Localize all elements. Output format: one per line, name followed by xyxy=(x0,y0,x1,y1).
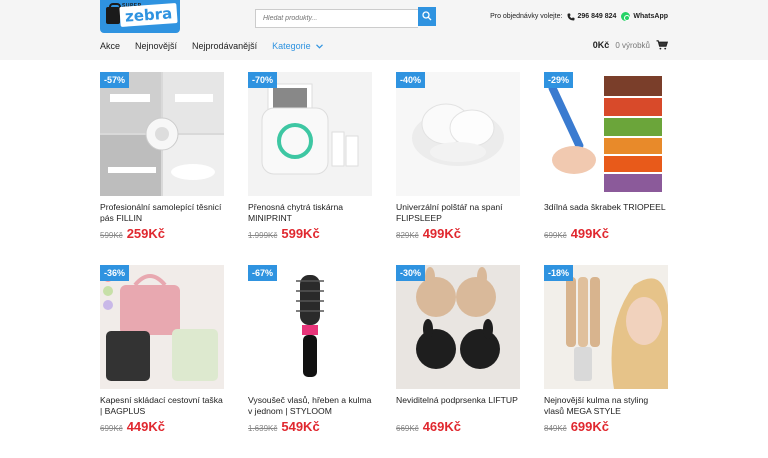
product-name[interactable]: Kapesní skládací cestovní taška | BAGPLU… xyxy=(100,395,224,417)
contact-label: Pro objednávky volejte: xyxy=(490,13,563,20)
product-image-pillow[interactable]: -40% xyxy=(396,72,520,196)
discount-badge: -57% xyxy=(100,72,130,88)
old-price: 829Kč xyxy=(396,231,419,240)
price-row: 1.999Kč 599Kč xyxy=(248,226,372,241)
logo-word: zebra xyxy=(119,3,178,27)
nav-item-category[interactable]: Kategorie xyxy=(272,41,323,51)
nav-item-newest[interactable]: Nejnovější xyxy=(135,41,177,51)
current-price: 549Kč xyxy=(281,419,320,434)
discount-badge: -30% xyxy=(396,265,426,281)
sealing-tape-illustration xyxy=(100,72,224,196)
cart-icon xyxy=(656,40,668,50)
old-price: 599Kč xyxy=(100,231,123,240)
pillow-illustration xyxy=(396,72,520,196)
price-row: 829Kč 499Kč xyxy=(396,226,520,241)
shopping-bag-icon xyxy=(106,3,121,24)
phone-link[interactable]: 296 849 824 xyxy=(567,13,616,21)
old-price: 699Kč xyxy=(544,231,567,240)
category-label: Kategorie xyxy=(272,41,311,51)
price-row: 699Kč 449Kč xyxy=(100,419,224,434)
cart-count: 0 výrobků xyxy=(615,40,650,50)
current-price: 599Kč xyxy=(281,226,320,241)
contact-info: Pro objednávky volejte: 296 849 824 What… xyxy=(490,12,668,21)
price-row: 669Kč 469Kč xyxy=(396,419,520,434)
old-price: 1.639Kč xyxy=(248,424,278,433)
discount-badge: -70% xyxy=(248,72,278,88)
product-card[interactable]: -18% Nejnovější kulma na styling vlasů M… xyxy=(544,265,668,458)
price-row: 599Kč 259Kč xyxy=(100,226,224,241)
nav-item-bestsellers[interactable]: Nejprodávanější xyxy=(192,41,257,51)
whatsapp-icon xyxy=(621,12,631,21)
curling-iron-illustration xyxy=(544,265,668,389)
old-price: 1.999Kč xyxy=(248,231,278,240)
discount-badge: -67% xyxy=(248,265,278,281)
current-price: 699Kč xyxy=(570,419,609,434)
peeler-set-illustration xyxy=(544,72,668,196)
current-price: 259Kč xyxy=(126,226,165,241)
cart-total: 0Kč xyxy=(592,40,610,50)
header: SUPER zebra Pro objednávky volejte: 296 … xyxy=(0,0,768,60)
product-card[interactable]: -29% 3dílná sada škrabek TRIOPEEL 699Kč … xyxy=(544,72,668,265)
product-name[interactable]: Nejnovější kulma na styling vlasů MEGA S… xyxy=(544,395,668,417)
product-name[interactable]: Přenosná chytrá tiskárna MINIPRINT xyxy=(248,202,372,224)
product-card[interactable]: -36% Kapesní skládací cestovní taška | B… xyxy=(100,265,224,458)
travel-bag-illustration xyxy=(100,265,224,389)
product-name[interactable]: Profesionální samolepící těsnicí pás FIL… xyxy=(100,202,224,224)
price-row: 849Kč 699Kč xyxy=(544,419,668,434)
product-image-hair-dryer[interactable]: -67% xyxy=(248,265,372,389)
phone-number: 296 849 824 xyxy=(577,13,617,20)
discount-badge: -36% xyxy=(100,265,130,281)
product-image-sealing-tape[interactable]: -57% xyxy=(100,72,224,196)
price-row: 699Kč 499Kč xyxy=(544,226,668,241)
logo[interactable]: SUPER zebra xyxy=(100,0,180,33)
old-price: 699Kč xyxy=(100,424,123,433)
current-price: 449Kč xyxy=(126,419,165,434)
current-price: 469Kč xyxy=(422,419,461,434)
search-icon xyxy=(422,11,432,21)
product-grid: -57% Profesionální samolepící těsnicí pá… xyxy=(100,72,668,458)
cart[interactable]: 0Kč 0 výrobků xyxy=(593,40,668,50)
nav-item-akce[interactable]: Akce xyxy=(100,41,120,51)
mini-printer-illustration xyxy=(248,72,372,196)
discount-badge: -18% xyxy=(544,265,574,281)
product-card[interactable]: -57% Profesionální samolepící těsnicí pá… xyxy=(100,72,224,265)
product-name[interactable]: Vysoušeč vlasů, hřeben a kulma v jednom … xyxy=(248,395,372,417)
search-input[interactable] xyxy=(255,9,418,28)
discount-badge: -40% xyxy=(396,72,426,88)
product-card[interactable]: -30% Neviditelná podprsenka LIFTUP 669Kč… xyxy=(396,265,520,458)
product-name[interactable]: 3dílná sada škrabek TRIOPEEL xyxy=(544,202,668,224)
invisible-bra-illustration xyxy=(396,265,520,389)
product-card[interactable]: -67% Vysoušeč vlasů, hřeben a kulma v je… xyxy=(248,265,372,458)
product-image-mini-printer[interactable]: -70% xyxy=(248,72,372,196)
current-price: 499Kč xyxy=(570,226,609,241)
old-price: 849Kč xyxy=(544,424,567,433)
product-name[interactable]: Neviditelná podprsenka LIFTUP xyxy=(396,395,520,417)
whatsapp-label: WhatsApp xyxy=(633,13,668,20)
main-nav: Akce Nejnovější Nejprodávanější Kategori… xyxy=(100,41,323,51)
product-image-peeler-set[interactable]: -29% xyxy=(544,72,668,196)
product-image-curling-iron[interactable]: -18% xyxy=(544,265,668,389)
whatsapp-link[interactable]: WhatsApp xyxy=(621,12,668,21)
product-card[interactable]: -70% Přenosná chytrá tiskárna MINIPRINT … xyxy=(248,72,372,265)
product-image-travel-bag[interactable]: -36% xyxy=(100,265,224,389)
hair-dryer-brush-illustration xyxy=(248,265,372,389)
search-bar xyxy=(255,7,436,28)
discount-badge: -29% xyxy=(544,72,574,88)
price-row: 1.639Kč 549Kč xyxy=(248,419,372,434)
search-button[interactable] xyxy=(418,7,436,26)
phone-icon xyxy=(567,13,575,20)
current-price: 499Kč xyxy=(422,226,461,241)
chevron-down-icon xyxy=(315,43,323,49)
product-image-invisible-bra[interactable]: -30% xyxy=(396,265,520,389)
product-name[interactable]: Univerzální polštář na spaní FLIPSLEEP xyxy=(396,202,520,224)
old-price: 669Kč xyxy=(396,424,419,433)
product-card[interactable]: -40% Univerzální polštář na spaní FLIPSL… xyxy=(396,72,520,265)
